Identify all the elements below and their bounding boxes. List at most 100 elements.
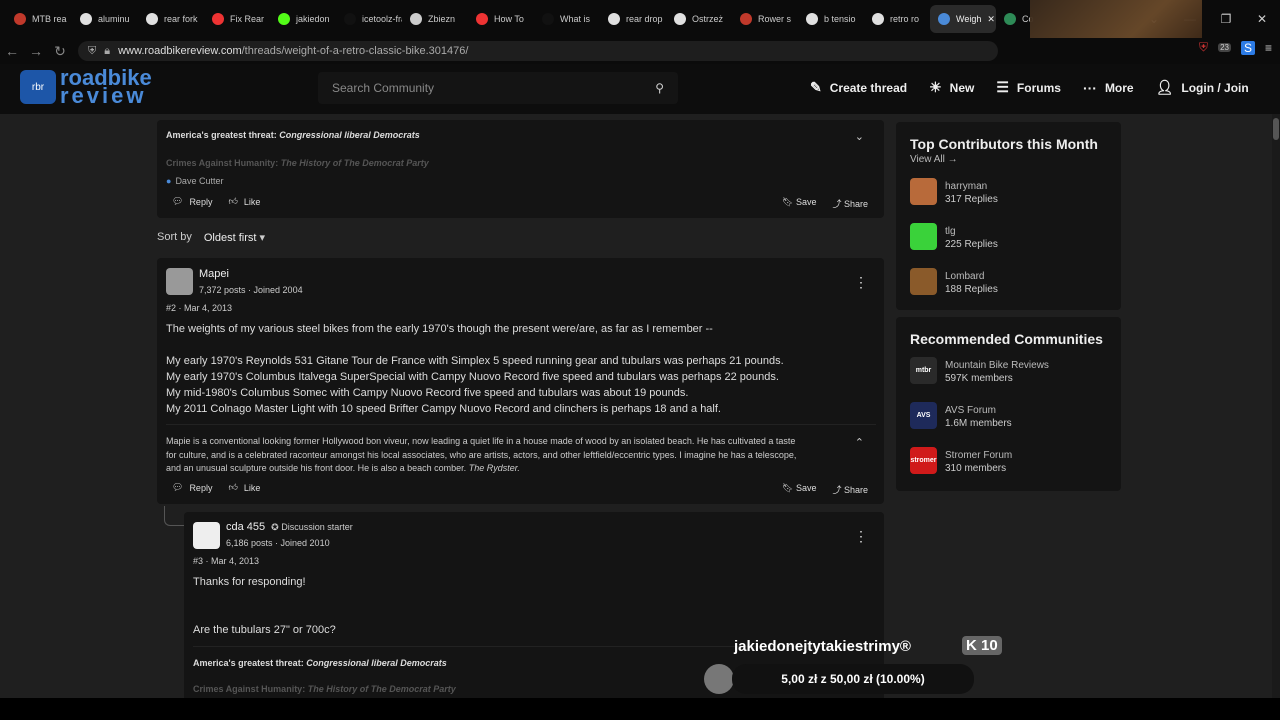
browser-tab[interactable]: rear fork <box>138 5 204 33</box>
contributor-item[interactable]: harryman 317 Replies <box>910 178 998 205</box>
sort-bar: Sort by Oldest first ▾ <box>157 231 265 244</box>
browser-tab[interactable]: icetoolz-fran <box>336 5 402 33</box>
browser-tab[interactable]: jakiedon <box>270 5 336 33</box>
discussion-starter-badge: ✪ Discussion starter <box>271 521 353 532</box>
avatar[interactable] <box>166 268 193 295</box>
tab-label: icetoolz-fran <box>362 14 402 24</box>
view-all-link[interactable]: View All → <box>910 154 958 165</box>
search-icon[interactable]: ⚲ <box>655 81 664 95</box>
share-icon: ⤴ <box>832 199 844 209</box>
browser-tab[interactable]: Ostrzeż <box>666 5 732 33</box>
browser-tab[interactable]: Rower s <box>732 5 798 33</box>
thumbs-up-icon: 👍︎ <box>228 482 238 492</box>
community-item[interactable]: mtbr Mountain Bike Reviews 597K members <box>910 357 1049 384</box>
avatar[interactable] <box>193 522 220 549</box>
post-number-date[interactable]: #3 · Mar 4, 2013 <box>193 556 259 566</box>
scrollbar[interactable] <box>1272 114 1280 698</box>
community-logo: AVS <box>910 402 937 429</box>
save-label: Save <box>795 483 817 493</box>
reply-button[interactable]: 💬︎ Reply <box>172 196 212 207</box>
logo-mark: rbr <box>20 70 56 104</box>
recommended-communities-box: Recommended Communities mtbr Mountain Bik… <box>896 317 1121 491</box>
forums-label: Forums <box>1016 80 1061 95</box>
edit-icon: ✎ <box>810 79 822 95</box>
browser-tab[interactable]: rear drop <box>600 5 666 33</box>
back-icon[interactable]: ← <box>0 43 24 59</box>
reload-icon[interactable]: ↻ <box>48 43 72 60</box>
tab-label: rear drop <box>626 14 663 24</box>
sig1-prefix: America's greatest threat: <box>193 658 304 668</box>
sort-label: Sort by <box>157 231 192 243</box>
arrow-right-icon: → <box>947 154 958 165</box>
browser-tab[interactable]: Weigh ✕ <box>930 5 996 33</box>
like-reaction-icon: ● <box>166 176 172 186</box>
post-right-actions: 🔖︎ Save ⤴ Share <box>782 483 868 496</box>
search-placeholder: Search Community <box>332 81 435 95</box>
community-name: Stromer Forum <box>945 449 1013 461</box>
url-field[interactable]: ⛨ 🔒︎ www.roadbikereview.com/threads/weig… <box>78 41 998 61</box>
scrollbar-thumb[interactable] <box>1273 118 1279 140</box>
login-button[interactable]: 👤︎ Login / Join <box>1156 79 1249 96</box>
community-logo: stromer <box>910 447 937 474</box>
community-item[interactable]: AVS AVS Forum 1.6M members <box>910 402 1012 429</box>
site-logo[interactable]: rbr roadbike review <box>20 67 152 107</box>
sig2-italic: The History of The Democrat Party <box>280 158 429 168</box>
like-button[interactable]: 👍︎ Like <box>228 196 260 207</box>
reply-button[interactable]: 💬︎ Reply <box>172 482 212 493</box>
kebab-menu-icon[interactable]: ⋮ <box>854 528 868 545</box>
forums-button[interactable]: ☰ Forums <box>996 79 1061 96</box>
post-user-meta: 6,186 posts · Joined 2010 <box>226 538 330 548</box>
reaction-user[interactable]: Dave Cutter <box>175 176 223 186</box>
browser-tab[interactable]: How To <box>468 5 534 33</box>
share-label: Share <box>843 485 868 495</box>
signature-line-1: America's greatest threat: Congressional… <box>166 130 420 140</box>
chevron-down-icon[interactable]: ⌄ <box>855 130 864 143</box>
top-nav: ✎ Create thread ☀ New ☰ Forums ··· More 👤︎ Lo… <box>810 79 1249 96</box>
browser-tab[interactable]: What is <box>534 5 600 33</box>
donation-goal-bar: 5,00 zł z 50,00 zł (10.00%) <box>732 664 974 694</box>
s-icon[interactable]: S <box>1240 40 1255 55</box>
menu-icon[interactable]: ≡ <box>1265 41 1272 55</box>
shield-icon: ⛨ <box>88 44 97 57</box>
post-username[interactable]: Mapei <box>199 268 229 280</box>
browser-tab[interactable]: Zbiezn <box>402 5 468 33</box>
like-button[interactable]: 👍︎ Like <box>228 482 260 493</box>
save-button[interactable]: 🔖︎ Save <box>782 197 816 210</box>
close-tab-icon[interactable]: ✕ <box>987 14 995 25</box>
top-contributors-box: Top Contributors this Month View All → h… <box>896 122 1121 310</box>
restore-icon[interactable]: ❐ <box>1208 12 1244 26</box>
url-host: www.roadbikereview.com <box>118 45 242 57</box>
search-input[interactable]: Search Community ⚲ <box>318 72 678 104</box>
chevron-up-icon[interactable]: ⌃ <box>855 436 864 449</box>
sort-value: Oldest first <box>203 232 257 244</box>
browser-tab[interactable]: Fix Rear <box>204 5 270 33</box>
share-button[interactable]: ⤴ Share <box>832 197 868 210</box>
post-number-date[interactable]: #2 · Mar 4, 2013 <box>166 303 232 313</box>
forward-icon[interactable]: → <box>24 43 48 59</box>
create-thread-button[interactable]: ✎ Create thread <box>810 79 907 96</box>
new-button[interactable]: ☀ New <box>929 79 974 96</box>
tab-label: rear fork <box>164 14 198 24</box>
post-username[interactable]: cda 455 <box>226 521 265 533</box>
browser-tab[interactable]: retro ro <box>864 5 930 33</box>
contributor-item[interactable]: tlg 225 Replies <box>910 223 998 250</box>
favicon-icon <box>872 13 884 25</box>
kebab-menu-icon[interactable]: ⋮ <box>854 274 868 291</box>
more-button[interactable]: ··· More <box>1083 80 1134 96</box>
contributor-item[interactable]: Lombard 188 Replies <box>910 268 998 295</box>
page-content: America's greatest threat: Congressional… <box>0 114 1280 698</box>
browser-tab[interactable]: MTB rea <box>6 5 72 33</box>
close-window-icon[interactable]: ✕ <box>1244 12 1280 26</box>
community-item[interactable]: stromer Stromer Forum 310 members <box>910 447 1012 474</box>
browser-tab[interactable]: aluminu <box>72 5 138 33</box>
browser-tab[interactable]: b tensio <box>798 5 864 33</box>
starter-label: Discussion starter <box>281 521 353 532</box>
share-button[interactable]: ⤴ Share <box>832 483 868 496</box>
community-name: Mountain Bike Reviews <box>945 359 1049 371</box>
new-label: New <box>949 80 975 95</box>
tab-label: retro ro <box>890 14 920 24</box>
save-button[interactable]: 🔖︎ Save <box>782 483 816 496</box>
ublock-icon[interactable]: ⛨ <box>1199 40 1208 55</box>
like-label: Like <box>243 196 261 207</box>
sort-dropdown[interactable]: Oldest first ▾ <box>204 231 265 244</box>
